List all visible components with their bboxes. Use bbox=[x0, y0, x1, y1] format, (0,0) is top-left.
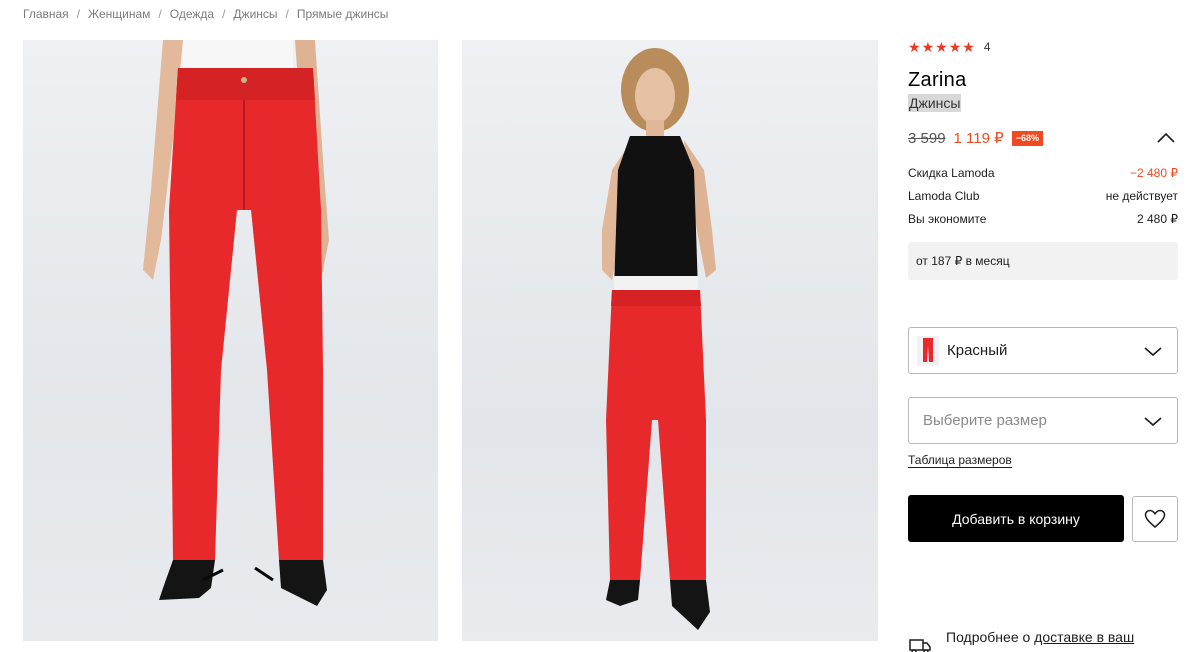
breadcrumb-home[interactable]: Главная bbox=[23, 7, 69, 21]
star-icon: ★ bbox=[935, 39, 948, 55]
color-select-value: Красный bbox=[947, 342, 1008, 359]
price-breakdown: Скидка Lamoda −2 480 ₽ Lamoda Club не де… bbox=[908, 167, 1178, 236]
breakdown-value: −2 480 ₽ bbox=[1129, 166, 1178, 180]
jeans-closeup-image bbox=[23, 40, 438, 641]
add-to-cart-button[interactable]: Добавить в корзину bbox=[908, 495, 1124, 542]
cart-row: Добавить в корзину bbox=[908, 495, 1178, 542]
delivery-text: Подробнее о доставке в ваш bbox=[946, 627, 1134, 647]
color-thumbnail bbox=[917, 335, 939, 366]
color-select[interactable]: Красный bbox=[908, 327, 1178, 374]
old-price: 3 599 bbox=[908, 129, 946, 147]
product-info-panel: ★ ★ ★ ★ ★ 4 Zarina Джинсы 3 599 1 119 ₽ … bbox=[908, 38, 1178, 542]
installment-offer[interactable]: от 187 ₽ в месяц bbox=[908, 242, 1178, 280]
breadcrumb-women[interactable]: Женщинам bbox=[88, 7, 150, 21]
price-row: 3 599 1 119 ₽ −68% bbox=[908, 129, 1178, 147]
breadcrumb-straight-jeans[interactable]: Прямые джинсы bbox=[297, 7, 389, 21]
chevron-down-icon bbox=[1143, 413, 1163, 429]
size-select[interactable]: Выберите размер bbox=[908, 397, 1178, 444]
star-icon: ★ bbox=[948, 39, 962, 55]
breadcrumb-separator: / bbox=[285, 7, 289, 21]
breakdown-row-discount: Скидка Lamoda −2 480 ₽ bbox=[908, 167, 1178, 190]
favorite-button[interactable] bbox=[1132, 495, 1178, 542]
star-icon: ★ bbox=[921, 39, 935, 55]
star-icon: ★ bbox=[962, 39, 975, 55]
product-brand[interactable]: Zarina bbox=[908, 69, 1178, 91]
breadcrumb-clothing[interactable]: Одежда bbox=[170, 7, 214, 21]
chevron-down-icon bbox=[1143, 343, 1163, 359]
breadcrumb-separator: / bbox=[158, 7, 162, 21]
breadcrumb-separator: / bbox=[222, 7, 226, 21]
size-select-placeholder: Выберите размер bbox=[923, 412, 1047, 429]
product-type: Джинсы bbox=[908, 94, 962, 112]
breadcrumb: Главная / Женщинам / Одежда / Джинсы / П… bbox=[23, 6, 388, 22]
breakdown-label: Вы экономите bbox=[908, 212, 987, 226]
delivery-prefix: Подробнее о bbox=[946, 629, 1035, 645]
breakdown-row-savings: Вы экономите 2 480 ₽ bbox=[908, 213, 1178, 236]
size-table-link[interactable]: Таблица размеров bbox=[908, 454, 1012, 468]
breakdown-value: не действует bbox=[1105, 189, 1178, 203]
heart-icon bbox=[1144, 509, 1166, 528]
breakdown-row-club: Lamoda Club не действует bbox=[908, 190, 1178, 213]
breadcrumb-jeans[interactable]: Джинсы bbox=[233, 7, 277, 21]
reviews-count[interactable]: 4 bbox=[984, 40, 991, 54]
rating-stars: ★ ★ ★ ★ ★ bbox=[908, 40, 975, 54]
chevron-up-icon[interactable] bbox=[1154, 129, 1178, 147]
delivery-info: Подробнее о доставке в ваш bbox=[908, 627, 1178, 652]
breakdown-value: 2 480 ₽ bbox=[1137, 212, 1178, 226]
discount-badge: −68% bbox=[1011, 130, 1043, 146]
breakdown-label: Lamoda Club bbox=[908, 189, 980, 203]
truck-icon bbox=[908, 635, 932, 652]
new-price: 1 119 ₽ bbox=[953, 130, 1004, 147]
breadcrumb-separator: / bbox=[76, 7, 81, 21]
product-photo-closeup[interactable] bbox=[23, 40, 438, 641]
rating[interactable]: ★ ★ ★ ★ ★ 4 bbox=[908, 38, 1178, 56]
delivery-link[interactable]: доставке в ваш bbox=[1034, 629, 1134, 645]
product-photo-model[interactable] bbox=[462, 40, 878, 641]
model-full-image bbox=[462, 40, 878, 641]
breakdown-label: Скидка Lamoda bbox=[908, 166, 995, 180]
star-icon: ★ bbox=[908, 39, 921, 55]
